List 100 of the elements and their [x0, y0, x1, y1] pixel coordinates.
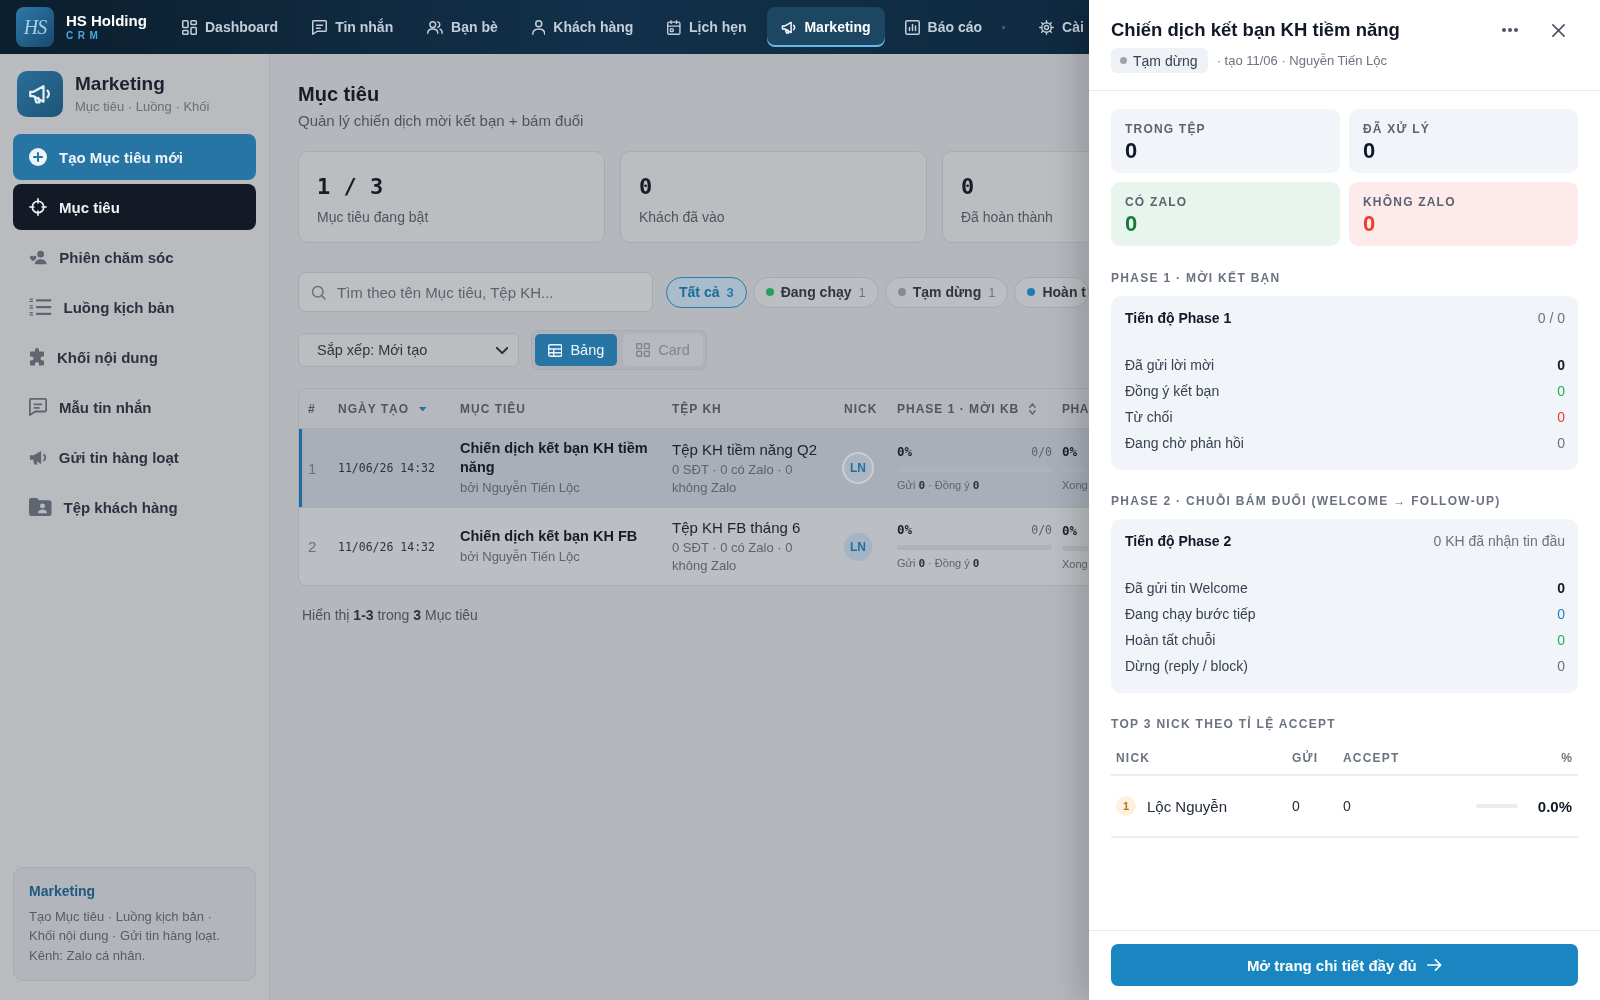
column-header: NICK [1116, 750, 1151, 766]
nick-avatar: LN [844, 532, 872, 561]
sidebar-item[interactable]: Luồng kịch bản [13, 284, 256, 330]
page-title: Mục tiêu [298, 82, 380, 106]
open-details-button[interactable]: Mở trang chi tiết đầy đủ [1111, 944, 1578, 986]
goal-owner: bởi Nguyễn Tiến Lộc [460, 548, 580, 566]
status-label: Tạm dừng [1133, 52, 1198, 69]
phase-percent: 0% [1062, 522, 1078, 539]
nav-tab[interactable]: Cài [1025, 7, 1084, 47]
chat-icon [312, 19, 328, 35]
sidebar-item[interactable]: Mục tiêu [13, 184, 256, 230]
sidebar-item[interactable]: Phiên chăm sóc [13, 234, 256, 280]
sidebar-item[interactable]: Mẫu tin nhắn [13, 384, 256, 430]
search-field[interactable]: Tìm theo tên Mục tiêu, Tệp KH... [298, 272, 653, 312]
metric-label: Hoàn tất chuỗi [1125, 632, 1216, 648]
section-heading: PHASE 1 · MỜI KẾT BẠN [1111, 270, 1281, 286]
panel-title: Tiến độ Phase 1 [1125, 309, 1232, 328]
rank-badge: 1 [1116, 796, 1136, 816]
sidebar-item[interactable]: Tệp khách hàng [13, 484, 256, 530]
close-icon[interactable] [1552, 23, 1565, 37]
brand-name: HS Holding [66, 12, 147, 30]
stat-label: Đã hoàn thành [961, 208, 1053, 226]
search-icon [311, 284, 326, 300]
goal-name: Chiến dịch kết bạn KH tiềm năng [460, 439, 649, 477]
info-card-title: Marketing [29, 881, 96, 900]
more-icon[interactable] [1502, 28, 1518, 32]
info-card-text: Tạo Mục tiêu · Luồng kịch bản · Khối nội dung · Gửi tin hàng loạt. Kênh: Zalo cá nhân. [29, 907, 221, 965]
panel-summary: 0 / 0 [1537, 309, 1565, 328]
sidebar-subtitle: Mục tiêu · Luồng · Khối [75, 98, 210, 115]
phase-detail: Gửi 0 · Đồng ý 0 [897, 477, 981, 493]
stat-label: KHÔNG ZALO [1363, 194, 1456, 210]
table-row[interactable]: 2 11/06/26 14:32 Chiến dịch kết bạn KH FB bởi Nguyễn Tiến Lộc Tệp KH FB tháng 6 0 SĐT · 0 có Zalo · 0 không Zalo LN 0% 0/0 Gửi 0 · Đồng ý 0 0% Xong [299, 508, 1089, 585]
filter-chip[interactable]: Tạm dừng 1 [884, 276, 1009, 308]
nav-tab[interactable]: Lịch hẹn [653, 7, 761, 47]
column-header: TỆP KH [672, 402, 722, 416]
created-date: 11/06/26 14:32 [338, 539, 435, 554]
sort-select[interactable]: Sắp xếp: Mới tạo [298, 333, 519, 367]
row-index: 2 [308, 538, 317, 555]
people-icon [29, 249, 48, 265]
nav-tab[interactable]: Khách hàng [517, 7, 648, 47]
customer-file-stats: 0 SĐT · 0 có Zalo · 0 không Zalo [672, 539, 794, 575]
created-date: 11/06/26 14:32 [338, 461, 435, 475]
stat-value: 0 [1125, 212, 1138, 236]
column-header: % [1561, 750, 1572, 766]
phase-percent: 0% [897, 443, 913, 460]
nick-name: Lộc Nguyễn [1147, 797, 1228, 815]
column-header: GỬI [1292, 750, 1319, 766]
nav-tab[interactable]: Tin nhắn [298, 7, 408, 47]
stat-value: 0 [1125, 139, 1138, 163]
metric-label: Đã gửi tin Welcome [1125, 580, 1248, 596]
sidebar-title: Marketing [75, 73, 165, 95]
customer-file-name: Tệp KH FB tháng 6 [672, 518, 801, 537]
column-header: PHA [1062, 402, 1089, 416]
metric-value: 0 [1557, 658, 1565, 674]
crosshair-icon [29, 198, 47, 216]
filter-chip[interactable]: Đang chạy 1 [752, 276, 879, 308]
nav-tab[interactable]: Bạn bè [413, 7, 512, 47]
stat-label: Khách đã vào [639, 208, 725, 226]
created-meta: · tạo 11/06 · Nguyễn Tiến Lộc [1216, 53, 1387, 68]
row-index: 1 [308, 459, 317, 477]
metric-value: 0 [1557, 632, 1565, 648]
calendar-icon [667, 19, 681, 35]
column-header: # [308, 402, 316, 416]
column-header: NICK [844, 402, 878, 416]
folder-icon [29, 498, 52, 516]
section-heading: TOP 3 NICK THEO TỈ LỆ ACCEPT [1111, 716, 1336, 732]
create-goal-button[interactable]: Tạo Mục tiêu mới [13, 134, 256, 180]
nav-tab[interactable]: Dashboard [168, 7, 293, 47]
nav-tab[interactable]: Báo cáo [890, 7, 997, 47]
stat-value: 0 [961, 173, 975, 201]
phase-percent: 0% [897, 522, 913, 538]
phase-detail: Gửi 0 · Đồng ý 0 [897, 556, 981, 571]
sidebar-item[interactable]: Gửi tin hàng loạt [13, 434, 256, 480]
metric-value: 0 [1557, 409, 1565, 425]
plus-circle-icon [29, 148, 47, 166]
table-row[interactable]: 1 11/06/26 14:32 Chiến dịch kết bạn KH tiềm năng bởi Nguyễn Tiến Lộc Tệp KH tiềm năng Q2 0 SĐT · 0 có Zalo · 0 không Zalo LN 0% 0/0 Gửi 0 · Đồng ý 0 0% Xong [299, 429, 1089, 508]
megaphone-icon [29, 449, 47, 465]
phase-percent: 0% [1062, 444, 1078, 460]
metric-value: 0 [1557, 357, 1565, 373]
chevron-down-icon [495, 346, 508, 354]
column-header[interactable]: PHASE 1 · MỜI KB [888, 389, 1054, 429]
phase-detail: Xong [1062, 556, 1088, 571]
metric-value: 0 [1557, 606, 1565, 622]
nav-tab[interactable]: Marketing [766, 7, 885, 47]
brand-tagline: CRM [66, 30, 103, 42]
column-header: MỤC TIÊU [460, 402, 526, 416]
stat-value: 0 [1363, 139, 1376, 163]
column-header[interactable]: NGÀY TẠO [329, 389, 451, 429]
column-header: ACCEPT [1343, 750, 1400, 766]
metric-label: Từ chối [1125, 409, 1173, 425]
view-toggle-option[interactable]: Bảng [535, 334, 618, 366]
list-icon [29, 298, 52, 316]
phase-detail: Xong [1062, 478, 1088, 492]
settings-icon [1039, 19, 1055, 35]
table-icon [548, 343, 563, 357]
sidebar-item[interactable]: Khối nội dung [13, 334, 256, 380]
bar-chart-icon [904, 19, 920, 35]
filter-chip[interactable]: Hoàn t [1014, 276, 1089, 308]
people-icon [427, 20, 444, 34]
metric-label: Đang chờ phản hồi [1125, 435, 1244, 451]
